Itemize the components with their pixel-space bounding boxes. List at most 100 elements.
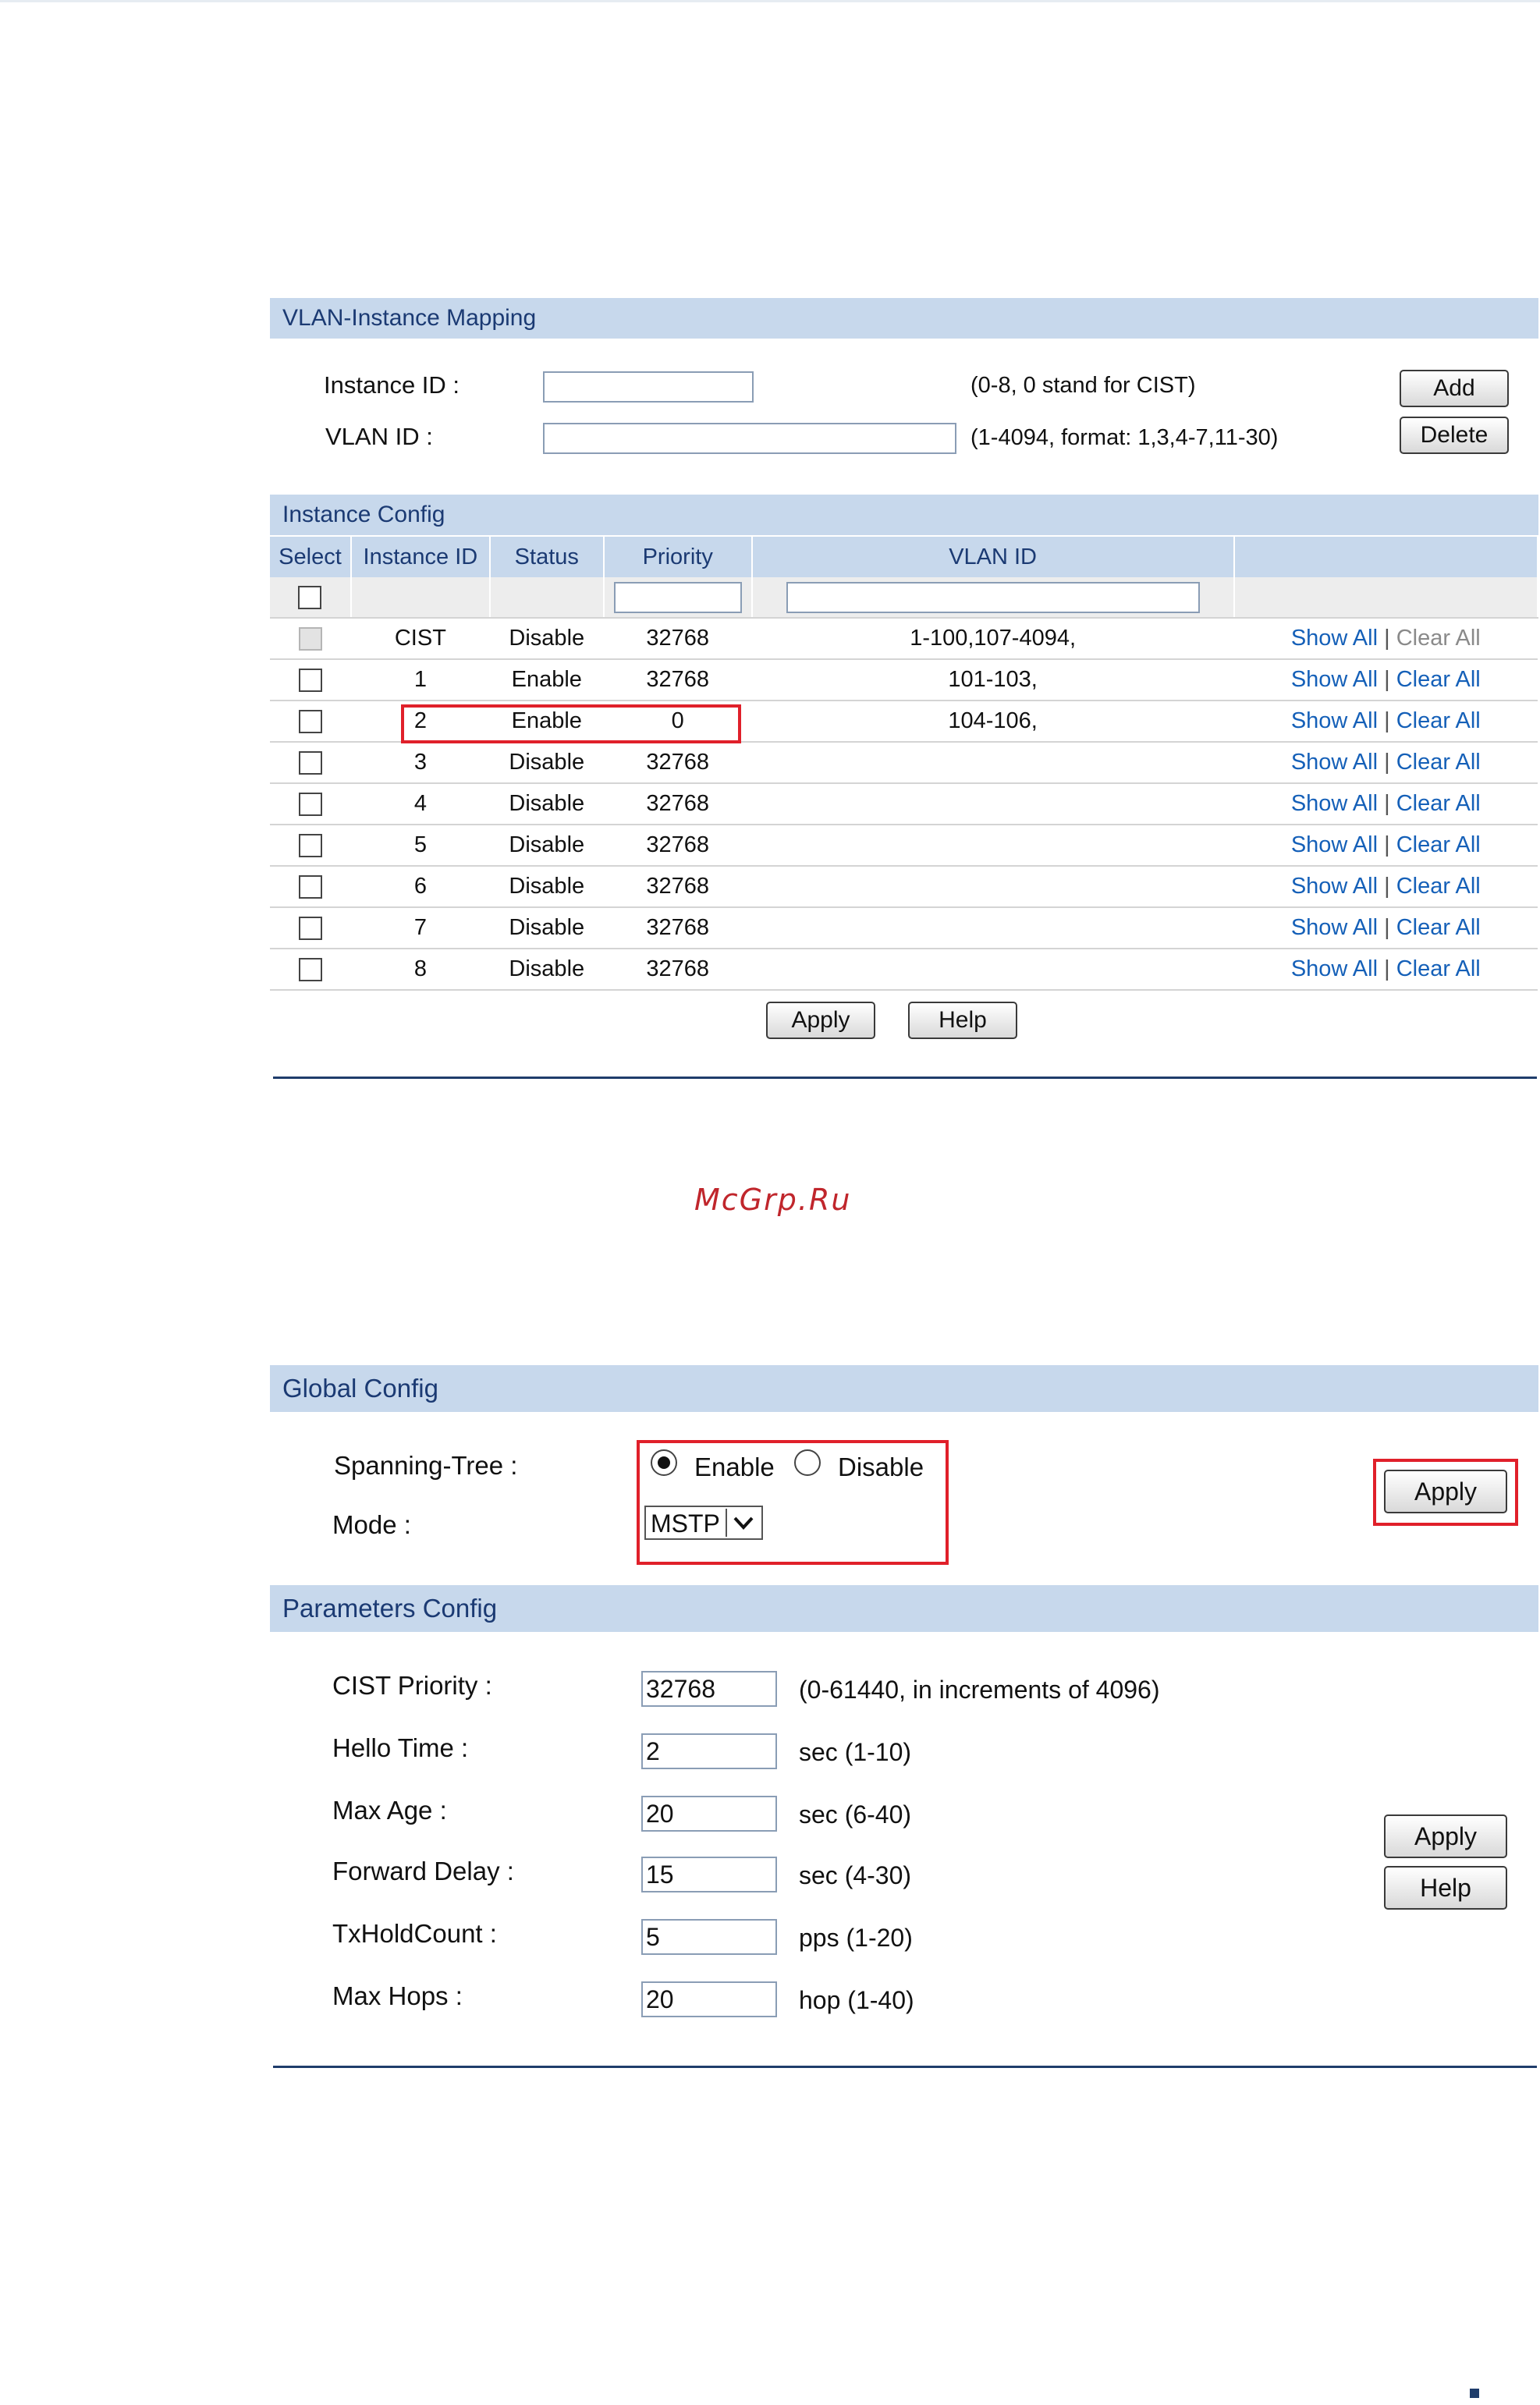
table-row: 1 Enable 32768 101-103, Show All | Clear… [270,659,1538,701]
status-cell: Enable [489,701,604,743]
clear-all-link[interactable]: Clear All [1396,750,1481,775]
txholdcount-hint: pps (1-20) [799,1924,913,1952]
priority-cell: 32768 [603,825,752,867]
row-checkbox[interactable] [298,875,322,899]
row-checkbox[interactable] [298,917,322,941]
instance-apply-button[interactable]: Apply [766,1002,875,1039]
column-header-actions [1233,537,1539,577]
enable-option-label: Enable [694,1453,775,1481]
chevron-down-icon[interactable] [726,1509,760,1537]
vlan-id-input[interactable] [543,423,956,454]
clear-all-link: Clear All [1396,626,1481,651]
filter-row [270,577,1539,619]
status-cell: Disable [489,783,604,825]
row-checkbox[interactable] [298,958,322,982]
show-all-link[interactable]: Show All [1291,832,1378,857]
mode-select[interactable]: MSTP [644,1506,763,1540]
column-header-priority: Priority [603,537,753,577]
column-header-select: Select [270,537,352,577]
status-cell: Disable [489,742,604,784]
show-all-link[interactable]: Show All [1291,956,1378,981]
clear-all-link[interactable]: Clear All [1396,667,1481,692]
instance-id-cell: 5 [350,825,490,867]
column-header-status: Status [489,537,605,577]
table-row: 4 Disable 32768 Show All | Clear All [270,783,1538,825]
disable-option-label: Disable [838,1453,924,1481]
priority-filter-input[interactable] [613,581,742,613]
vlan-instance-panel: VLAN-Instance Mapping Instance ID : (0-8… [270,0,1539,1092]
instance-id-cell: 1 [350,659,490,701]
spanning-tree-disable-radio[interactable] [794,1449,821,1476]
txholdcount-input[interactable] [641,1919,777,1955]
cist-priority-input[interactable] [641,1671,777,1707]
show-all-link[interactable]: Show All [1291,708,1378,733]
row-checkbox[interactable] [298,710,322,734]
row-checkbox[interactable] [298,834,322,858]
forward-delay-hint: sec (4-30) [799,1861,912,1889]
actions-cell: Show All | Clear All [1233,866,1538,908]
instance-id-cell: 7 [350,907,490,949]
add-button[interactable]: Add [1400,370,1509,407]
select-all-checkbox[interactable] [298,586,322,610]
vlan-id-filter-input[interactable] [786,581,1200,613]
column-header-instance-id: Instance ID [350,537,491,577]
vlan-id-cell [751,783,1234,825]
instance-id-input[interactable] [543,371,754,403]
max-age-input[interactable] [641,1796,777,1832]
row-checkbox [298,627,322,651]
show-all-link[interactable]: Show All [1291,791,1378,816]
panel-1-bottom-divider [273,1077,1537,1079]
actions-cell: Show All | Clear All [1233,701,1538,743]
priority-cell: 32768 [603,618,752,660]
show-all-link[interactable]: Show All [1291,750,1378,775]
spanning-tree-panel: Global Config Spanning-Tree : Enable Dis… [270,1357,1538,2091]
status-cell: Disable [489,618,604,660]
global-config-header: Global Config [270,1365,1538,1412]
actions-cell: Show All | Clear All [1233,618,1538,660]
vlan-id-cell [751,866,1234,908]
forward-delay-input[interactable] [641,1857,777,1892]
instance-help-button[interactable]: Help [908,1002,1017,1039]
show-all-link[interactable]: Show All [1291,667,1378,692]
table-row: 5 Disable 32768 Show All | Clear All [270,825,1538,867]
global-apply-button[interactable]: Apply [1384,1470,1507,1513]
show-all-link[interactable]: Show All [1291,874,1378,899]
vlan-id-cell: 101-103, [751,659,1234,701]
actions-cell: Show All | Clear All [1233,659,1538,701]
instance-id-cell: 2 [350,701,490,743]
hello-time-input[interactable] [641,1733,777,1769]
max-hops-input[interactable] [641,1981,777,2017]
vlan-id-cell [751,742,1234,784]
clear-all-link[interactable]: Clear All [1396,832,1481,857]
parameters-apply-button[interactable]: Apply [1384,1814,1507,1858]
vlan-id-hint: (1-4094, format: 1,3,4-7,11-30) [970,425,1279,450]
show-all-link[interactable]: Show All [1291,915,1378,940]
instance-id-cell: 3 [350,742,490,784]
show-all-link[interactable]: Show All [1291,626,1378,651]
max-age-label: Max Age : [332,1796,447,1825]
instance-id-cell: 6 [350,866,490,908]
clear-all-link[interactable]: Clear All [1396,956,1481,981]
instance-id-cell: CIST [350,618,490,660]
clear-all-link[interactable]: Clear All [1396,791,1481,816]
delete-button[interactable]: Delete [1400,417,1509,454]
status-cell: Enable [489,659,604,701]
parameters-help-button[interactable]: Help [1384,1866,1507,1910]
clear-all-link[interactable]: Clear All [1396,708,1481,733]
instance-id-hint: (0-8, 0 stand for CIST) [970,373,1196,398]
clear-all-link[interactable]: Clear All [1396,874,1481,899]
row-checkbox[interactable] [298,793,322,817]
table-header-row: Select Instance ID Status Priority VLAN … [270,537,1539,577]
actions-cell: Show All | Clear All [1233,783,1538,825]
vlan-id-cell: 104-106, [751,701,1234,743]
txholdcount-label: TxHoldCount : [332,1919,497,1948]
row-checkbox[interactable] [298,669,322,693]
vlan-id-cell: 1-100,107-4094, [751,618,1234,660]
spanning-tree-enable-radio[interactable] [651,1449,677,1476]
table-row: 3 Disable 32768 Show All | Clear All [270,742,1538,784]
priority-cell: 0 [603,701,752,743]
spanning-tree-label: Spanning-Tree : [334,1451,518,1480]
vlan-id-cell [751,949,1234,991]
row-checkbox[interactable] [298,751,322,775]
clear-all-link[interactable]: Clear All [1396,915,1481,940]
